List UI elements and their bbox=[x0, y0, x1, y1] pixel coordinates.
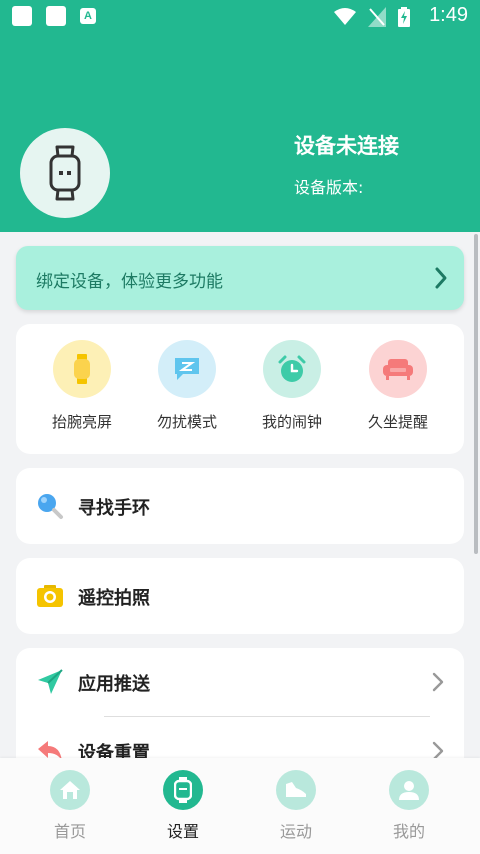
status-bar: A 1:49 bbox=[0, 0, 480, 34]
no-signal-icon bbox=[368, 7, 386, 27]
nav-mine[interactable]: 我的 bbox=[359, 770, 459, 842]
clock: 1:49 bbox=[429, 4, 468, 26]
person-icon bbox=[389, 770, 429, 810]
remote-camera-label: 遥控拍照 bbox=[78, 588, 150, 609]
find-band-item[interactable]: 寻找手环 bbox=[16, 468, 464, 544]
do-not-disturb-icon bbox=[158, 340, 216, 398]
scrollbar[interactable] bbox=[474, 234, 478, 554]
nav-home[interactable]: 首页 bbox=[20, 770, 120, 842]
quick-action-label: 抬腕亮屏 bbox=[51, 413, 112, 431]
notification-icon bbox=[46, 6, 66, 26]
search-icon bbox=[36, 492, 64, 520]
chevron-right-icon bbox=[435, 267, 447, 289]
send-icon bbox=[36, 668, 64, 696]
find-band-label: 寻找手环 bbox=[78, 498, 150, 519]
bottom-nav: 首页 设置 运动 我的 bbox=[0, 758, 480, 854]
quick-action-label: 久坐提醒 bbox=[367, 413, 428, 431]
alarm-clock-icon bbox=[263, 340, 321, 398]
watch-icon bbox=[163, 770, 203, 810]
header: A 1:49 设备未连接 设备版本: bbox=[0, 0, 480, 232]
device-status-title: 设备未连接 bbox=[294, 134, 399, 158]
quick-action-alarm[interactable]: 我的闹钟 bbox=[247, 340, 337, 432]
nav-label: 运动 bbox=[279, 822, 312, 841]
watch-icon bbox=[49, 145, 81, 201]
nav-settings[interactable]: 设置 bbox=[133, 770, 233, 842]
nav-label: 设置 bbox=[166, 822, 199, 841]
bind-device-banner[interactable]: 绑定设备，体验更多功能 bbox=[16, 246, 464, 310]
quick-action-sedentary[interactable]: 久坐提醒 bbox=[353, 340, 443, 432]
quick-actions-card: 抬腕亮屏 勿扰模式 我的闹钟 久坐提醒 bbox=[16, 324, 464, 454]
app-notification-icon: A bbox=[80, 8, 96, 24]
wifi-icon bbox=[334, 8, 356, 25]
quick-action-label: 勿扰模式 bbox=[156, 413, 217, 431]
raise-wrist-icon bbox=[53, 340, 111, 398]
nav-label: 我的 bbox=[392, 822, 425, 841]
home-icon bbox=[50, 770, 90, 810]
nav-sport[interactable]: 运动 bbox=[246, 770, 346, 842]
app-push-label: 应用推送 bbox=[78, 674, 150, 695]
quick-action-label: 我的闹钟 bbox=[261, 413, 322, 431]
quick-action-do-not-disturb[interactable]: 勿扰模式 bbox=[142, 340, 232, 432]
shoe-icon bbox=[276, 770, 316, 810]
nav-label: 首页 bbox=[53, 822, 86, 841]
remote-camera-item[interactable]: 遥控拍照 bbox=[16, 558, 464, 634]
sofa-icon bbox=[369, 340, 427, 398]
notification-icon bbox=[12, 6, 32, 26]
chevron-right-icon bbox=[432, 672, 444, 692]
device-avatar[interactable] bbox=[20, 128, 110, 218]
quick-action-raise-wrist[interactable]: 抬腕亮屏 bbox=[37, 340, 127, 432]
camera-icon bbox=[36, 582, 64, 610]
device-version-label: 设备版本: bbox=[294, 178, 364, 197]
battery-charging-icon bbox=[398, 7, 410, 27]
bind-device-label: 绑定设备，体验更多功能 bbox=[36, 272, 223, 292]
app-push-item[interactable]: 应用推送 bbox=[16, 648, 464, 716]
